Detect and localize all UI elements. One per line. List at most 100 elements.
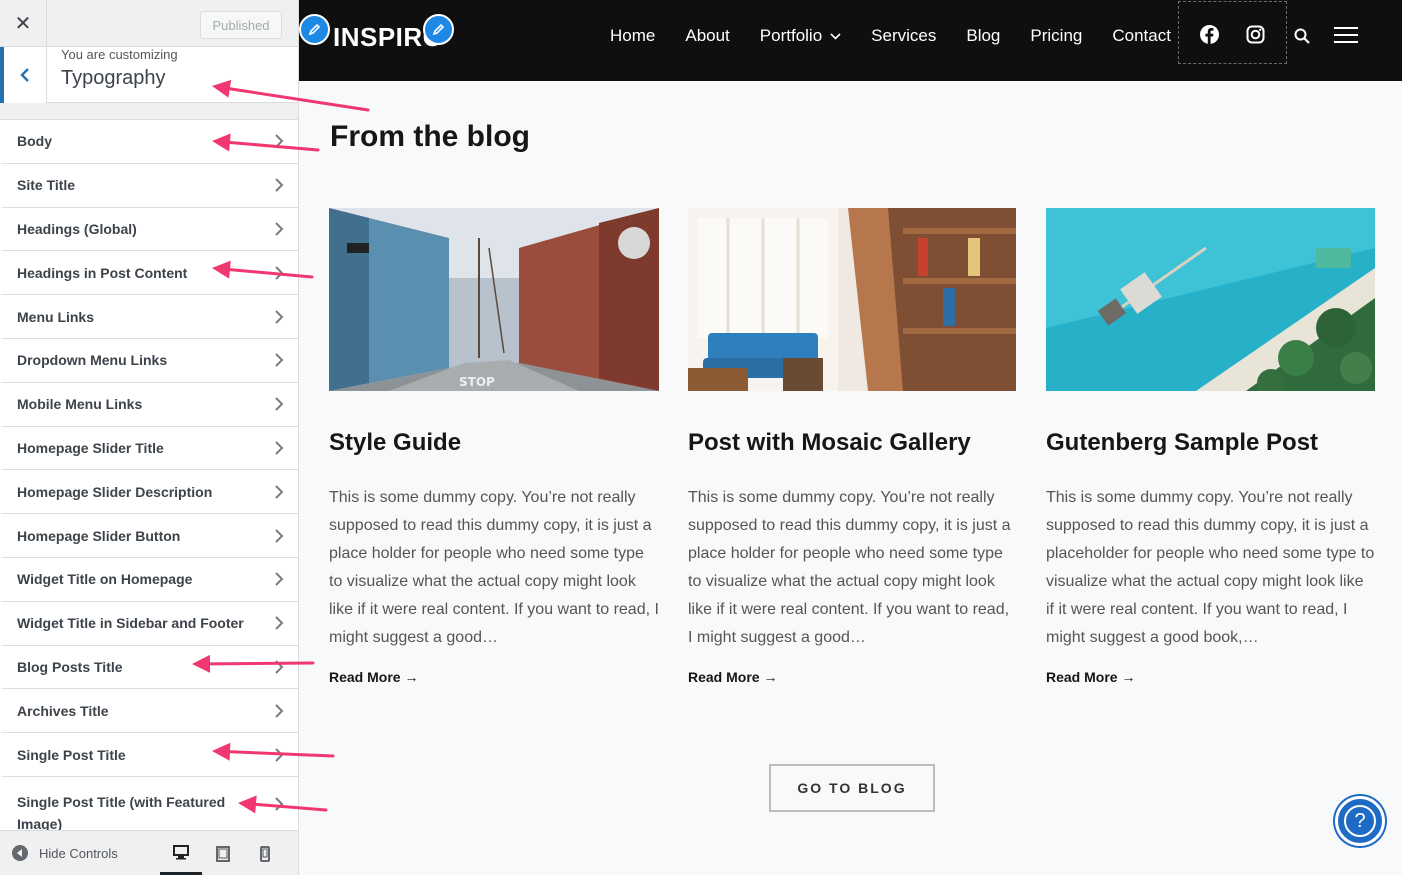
nav-blog[interactable]: Blog [966,26,1000,46]
desktop-icon [173,844,189,859]
edit-shortcut-button[interactable] [299,14,330,45]
mobile-icon [260,845,270,862]
tablet-icon [216,845,230,862]
help-icon: ? [1344,805,1376,837]
option-label: Single Post Title (with Featured Image) [17,793,226,832]
tablet-preview-button[interactable] [202,831,244,875]
read-more-link[interactable]: Read More → [688,669,1016,685]
device-switcher [160,831,286,875]
chevron-right-icon [274,747,284,763]
blog-post-card: STOP Style Guide This is some dummy copy… [329,208,659,685]
typography-option[interactable]: Single Post Title [0,733,298,777]
edit-logo-button[interactable] [423,14,454,45]
nav-portfolio[interactable]: Portfolio [760,26,841,46]
typography-option[interactable]: Single Post Title (with Featured Image) [0,776,298,833]
typography-option[interactable]: Dropdown Menu Links [0,338,298,383]
typography-option[interactable]: Headings in Post Content [0,251,298,296]
typography-option[interactable]: Blog Posts Title [0,645,298,690]
nav-contact[interactable]: Contact [1112,26,1171,46]
post-excerpt: This is some dummy copy. You’re not real… [1046,489,1375,646]
beach-aerial-photo[interactable] [1046,208,1375,391]
option-label: Mobile Menu Links [17,396,143,413]
back-button[interactable] [0,47,47,103]
typography-option[interactable]: Site Title [0,163,298,208]
typography-option[interactable]: Homepage Slider Button [0,514,298,558]
chevron-right-icon [274,703,284,719]
chevron-right-icon [274,309,284,325]
typography-option[interactable]: Headings (Global) [0,207,298,252]
help-button[interactable]: ? [1335,796,1385,846]
customizer-sidebar: ✕ Published You are customizing Typograp… [0,0,299,875]
chevron-left-icon [20,68,29,82]
section-header: You are customizing Typography [0,47,298,103]
option-label: Dropdown Menu Links [17,352,168,369]
hide-controls-label: Hide Controls [39,845,118,861]
customizer-topbar: ✕ Published [0,0,298,47]
instagram-icon[interactable] [1246,25,1265,44]
typography-option[interactable]: Widget Title on Homepage [0,557,298,602]
post-title[interactable]: Style Guide [329,428,659,458]
chevron-right-icon [274,659,284,675]
go-to-blog-button[interactable]: GO TO BLOG [769,764,935,812]
chevron-right-icon [274,352,284,368]
chevron-right-icon [274,133,284,149]
nav-pricing[interactable]: Pricing [1030,26,1082,46]
typography-option[interactable]: Menu Links [0,295,298,339]
post-excerpt: This is some dummy copy. You’re not real… [329,489,659,646]
hide-controls-button[interactable]: Hide Controls [12,845,118,861]
section-title: Typography [61,67,166,89]
post-excerpt: This is some dummy copy. You’re not real… [688,489,1011,646]
post-title[interactable]: Post with Mosaic Gallery [688,428,1016,458]
nav-about[interactable]: About [685,26,729,46]
typography-option[interactable]: Homepage Slider Description [0,470,298,515]
pencil-icon [432,23,445,36]
typography-option[interactable]: Body [0,120,298,164]
post-title[interactable]: Gutenberg Sample Post [1046,428,1375,458]
chevron-right-icon [274,440,284,456]
option-label: Body [17,133,52,150]
nav-services[interactable]: Services [871,26,936,46]
chevron-right-icon [274,396,284,412]
typography-option[interactable]: Archives Title [0,689,298,734]
option-label: Blog Posts Title [17,658,123,675]
chevron-right-icon [274,796,284,812]
customizer-footer: Hide Controls [0,830,298,875]
pencil-icon [308,23,321,36]
chevron-right-icon [274,221,284,237]
hamburger-menu-icon[interactable] [1334,26,1358,44]
facebook-icon[interactable] [1200,25,1219,44]
option-label: Menu Links [17,308,95,325]
read-more-link[interactable]: Read More → [329,669,659,685]
search-icon[interactable] [1294,28,1310,44]
option-label: Widget Title on Homepage [17,571,193,588]
typography-option[interactable]: Homepage Slider Title [0,426,298,471]
desktop-preview-button[interactable] [160,831,202,875]
svg-text:STOP: STOP [459,375,495,389]
street-photo[interactable]: STOP [329,208,659,391]
customizing-label: You are customizing [61,47,178,62]
option-label: Homepage Slider Button [17,527,181,544]
option-label: Homepage Slider Title [17,439,164,456]
nav-home[interactable]: Home [610,26,655,46]
chevron-right-icon [274,615,284,631]
published-button[interactable]: Published [200,11,282,39]
close-customizer-button[interactable]: ✕ [0,0,47,47]
library-photo[interactable] [688,208,1016,391]
typography-options-list: Body Site Title Headings (Global) Headings … [0,119,298,833]
option-label: Single Post Title [17,746,126,763]
typography-option[interactable]: Mobile Menu Links [0,382,298,427]
blog-post-card: Gutenberg Sample Post This is some dummy… [1046,208,1375,685]
site-preview: INSPIRO Home About Portfolio Services Bl… [299,0,1402,875]
read-more-link[interactable]: Read More → [1046,669,1375,685]
typography-option[interactable]: Widget Title in Sidebar and Footer [0,601,298,646]
blog-post-card: Post with Mosaic Gallery This is some du… [688,208,1016,685]
collapse-icon [12,845,28,861]
option-label: Site Title [17,177,76,194]
option-label: Homepage Slider Description [17,483,213,500]
blog-section-heading: From the blog [330,120,530,153]
site-header: INSPIRO Home About Portfolio Services Bl… [299,0,1402,81]
nav-portfolio-label: Portfolio [759,26,823,45]
mobile-preview-button[interactable] [244,831,286,875]
option-label: Headings in Post Content [17,264,188,281]
option-label: Widget Title in Sidebar and Footer [17,615,244,632]
